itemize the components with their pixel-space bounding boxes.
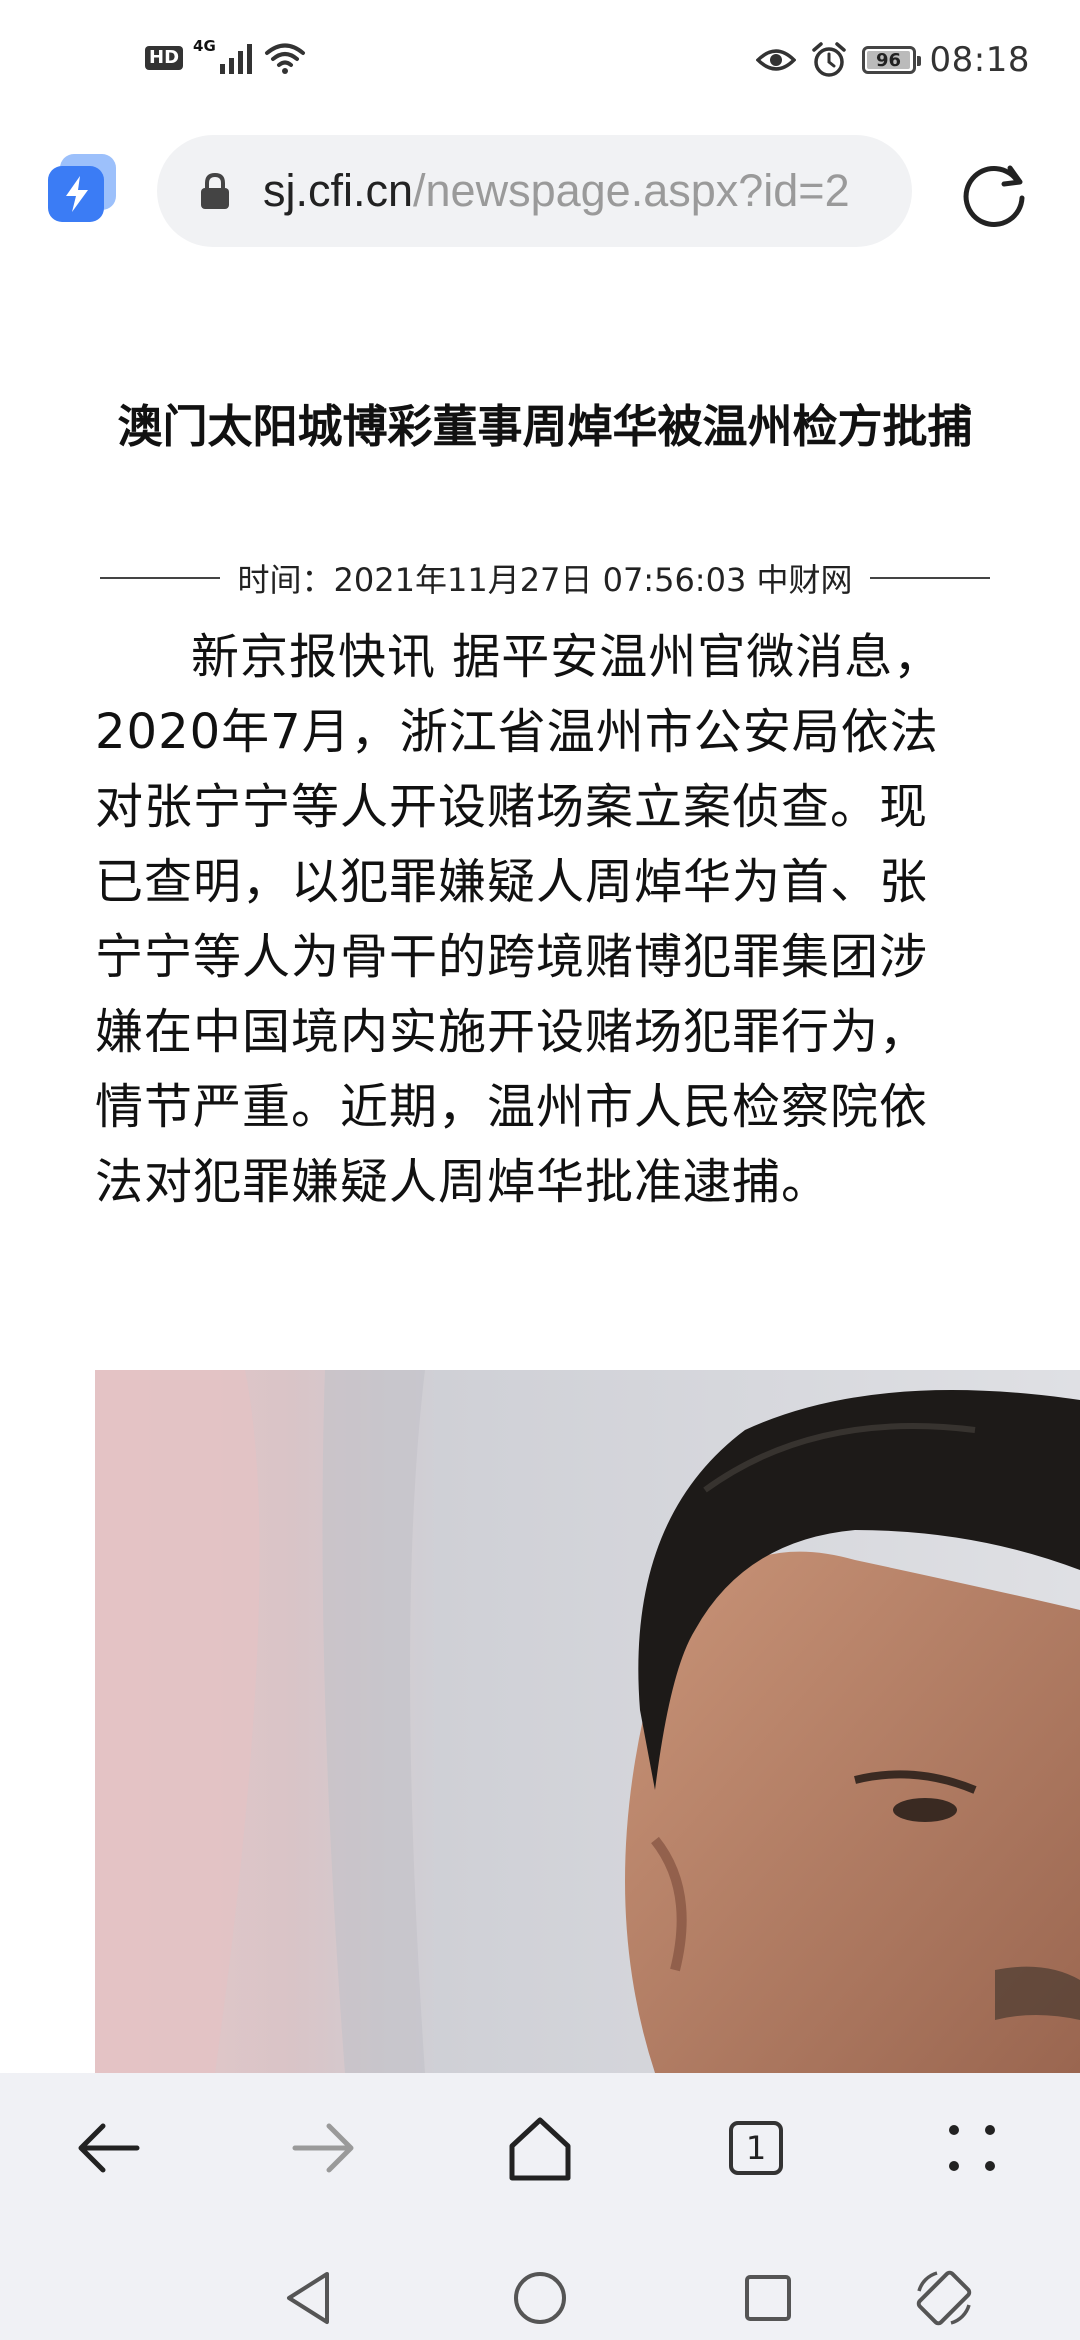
menu-button[interactable] (932, 2108, 1012, 2188)
battery-indicator: 96 (861, 46, 921, 74)
rotate-icon (916, 2270, 972, 2326)
status-left: HD 4G (145, 37, 306, 74)
rotate-screen-button[interactable] (904, 2258, 984, 2338)
status-right: 96 08:18 (755, 40, 1030, 80)
article-meta: 时间：2021年11月27日 07:56:03 中财网 (100, 552, 991, 604)
more-dots-icon (949, 2125, 995, 2171)
divider (100, 577, 220, 579)
network-type-label: 4G (193, 37, 216, 55)
url-path: /newspage.aspx?id=2 (413, 165, 850, 216)
eye-icon (755, 49, 796, 71)
alarm-icon (811, 42, 846, 77)
square-recents-icon (745, 2275, 791, 2321)
signal-icon (219, 44, 252, 74)
arrow-left-icon (78, 2123, 140, 2173)
tabs-button[interactable]: 1 (716, 2108, 796, 2188)
back-button[interactable] (68, 2108, 148, 2188)
wifi-icon (264, 43, 305, 74)
home-button[interactable] (500, 2108, 580, 2188)
reload-icon[interactable] (960, 158, 1030, 228)
divider (870, 577, 991, 579)
clock: 08:18 (929, 40, 1030, 80)
tab-count: 1 (729, 2121, 783, 2175)
url-domain: sj.cfi.cn (263, 165, 414, 216)
home-icon (509, 2117, 571, 2181)
status-bar: HD 4G 96 08:18 (0, 0, 1080, 130)
arrow-right-icon (292, 2123, 354, 2173)
hd-badge: HD (145, 46, 184, 70)
circle-home-icon (514, 2272, 566, 2324)
forward-button[interactable] (284, 2108, 364, 2188)
article-title: 澳门太阳城博彩董事周焯华被温州检方批捕 (117, 400, 973, 453)
system-home-button[interactable] (500, 2258, 580, 2338)
quick-app-icon[interactable] (44, 152, 120, 228)
article-meta-text: 时间：2021年11月27日 07:56:03 中财网 (237, 561, 853, 599)
article-photo (95, 1370, 1080, 2073)
triangle-back-icon (287, 2272, 329, 2324)
article-body: 新京报快讯 据平安温州官微消息，2020年7月，浙江省温州市公安局依法对张宁宁等… (95, 629, 943, 1210)
system-back-button[interactable] (268, 2258, 348, 2338)
bottom-navigation: 1 (0, 2073, 1080, 2340)
system-recents-button[interactable] (728, 2258, 808, 2338)
address-bar[interactable]: sj.cfi.cn/newspage.aspx?id=2 (157, 135, 912, 247)
url-text: sj.cfi.cn/newspage.aspx?id=2 (263, 165, 850, 217)
battery-level: 96 (875, 49, 902, 71)
lock-icon (201, 172, 229, 209)
